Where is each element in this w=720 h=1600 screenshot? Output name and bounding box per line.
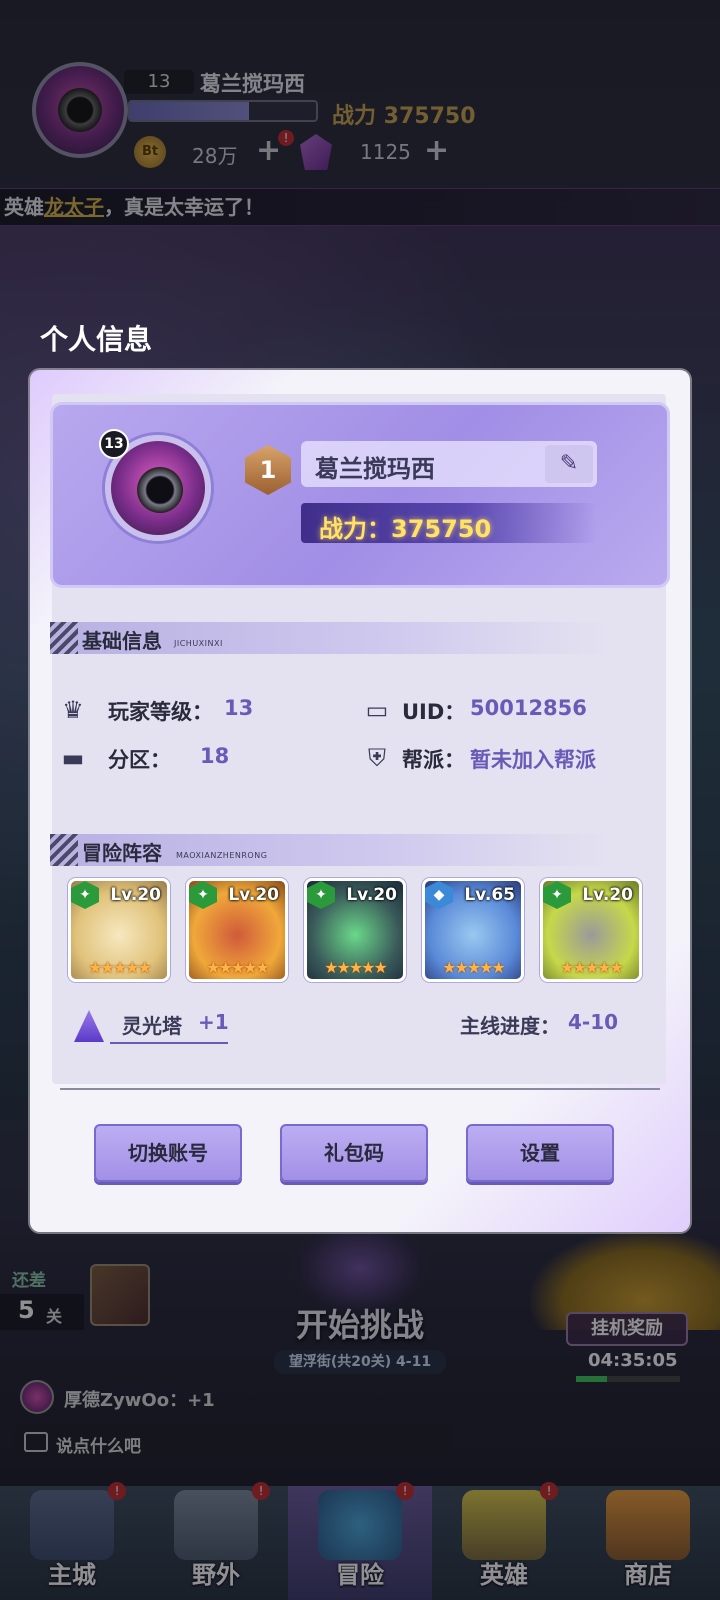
basic-info-header: 基础信息 JICHUXINXI	[50, 622, 610, 654]
zone-label: 分区：	[108, 748, 171, 772]
guild-value: 暂未加入帮派	[470, 748, 596, 772]
main-progress-value: 4-10	[568, 1010, 619, 1034]
hero-stars: ★★★★★	[88, 958, 152, 977]
guild-label: 帮派：	[402, 748, 465, 772]
hero-card[interactable]: ✦ Lv.20 ★★★★★	[68, 878, 170, 982]
hero-card[interactable]: ◆ Lv.65 ★★★★★	[422, 878, 524, 982]
main-progress-label: 主线进度：	[460, 1014, 560, 1038]
edit-name-button[interactable]: ✎	[545, 445, 593, 483]
power-box: 战力：375750	[301, 503, 597, 543]
stripes-icon	[50, 834, 78, 866]
uid-label: UID：	[402, 700, 466, 724]
stripes-icon	[50, 622, 78, 654]
profile-name: 葛兰搅玛西	[315, 455, 435, 483]
server-icon: ▬	[61, 744, 85, 772]
section-title: 基础信息	[82, 629, 162, 653]
guild-shield-icon: ⛨	[368, 744, 386, 772]
hero-level: Lv.20	[110, 885, 161, 905]
settings-button[interactable]: 设置	[466, 1124, 614, 1182]
hero-stars: ★★★★★	[560, 958, 624, 977]
hero-stars: ★★★★★	[324, 958, 388, 977]
divider	[60, 1088, 660, 1090]
profile-power: 战力：375750	[319, 515, 492, 543]
hero-level: Lv.20	[346, 885, 397, 905]
hero-stars: ★★★★★	[206, 958, 270, 977]
name-box: 葛兰搅玛西 ✎	[301, 441, 597, 487]
crown-icon: ♛	[62, 696, 84, 724]
section-subtitle: MAOXIANZHENRONG	[176, 851, 268, 860]
hero-level: Lv.65	[464, 885, 515, 905]
id-card-icon: ▭	[365, 696, 389, 724]
rank-badge-icon: 1	[245, 445, 291, 495]
uid-value: 50012856	[470, 696, 587, 720]
lineup-header: 冒险阵容 MAOXIANZHENRONG	[50, 834, 610, 866]
player-level-label: 玩家等级：	[108, 700, 213, 724]
tower-underline	[110, 1042, 228, 1044]
level-badge: 13	[99, 429, 129, 459]
player-level-value: 13	[224, 696, 254, 720]
section-subtitle: JICHUXINXI	[174, 639, 223, 648]
tower-label: 灵光塔	[122, 1014, 182, 1038]
hero-level: Lv.20	[228, 885, 279, 905]
hero-card[interactable]: ✦ Lv.20 ★★★★★	[540, 878, 642, 982]
tower-value: +1	[198, 1010, 229, 1034]
gift-code-button[interactable]: 礼包码	[280, 1124, 428, 1182]
switch-account-button[interactable]: 切换账号	[94, 1124, 242, 1182]
hero-stars: ★★★★★	[442, 958, 506, 977]
zone-value: 18	[200, 744, 230, 768]
hero-card[interactable]: ✦ Lv.20 ★★★★★	[186, 878, 288, 982]
hero-level: Lv.20	[582, 885, 633, 905]
profile-modal: 13 1 葛兰搅玛西 ✎ 战力：375750 基础信息 JICHUXINXI ♛…	[30, 370, 690, 1232]
profile-card: 13 1 葛兰搅玛西 ✎ 战力：375750	[50, 402, 670, 588]
section-title: 冒险阵容	[82, 841, 162, 865]
modal-title: 个人信息	[40, 323, 153, 356]
hero-card[interactable]: ✦ Lv.20 ★★★★★	[304, 878, 406, 982]
